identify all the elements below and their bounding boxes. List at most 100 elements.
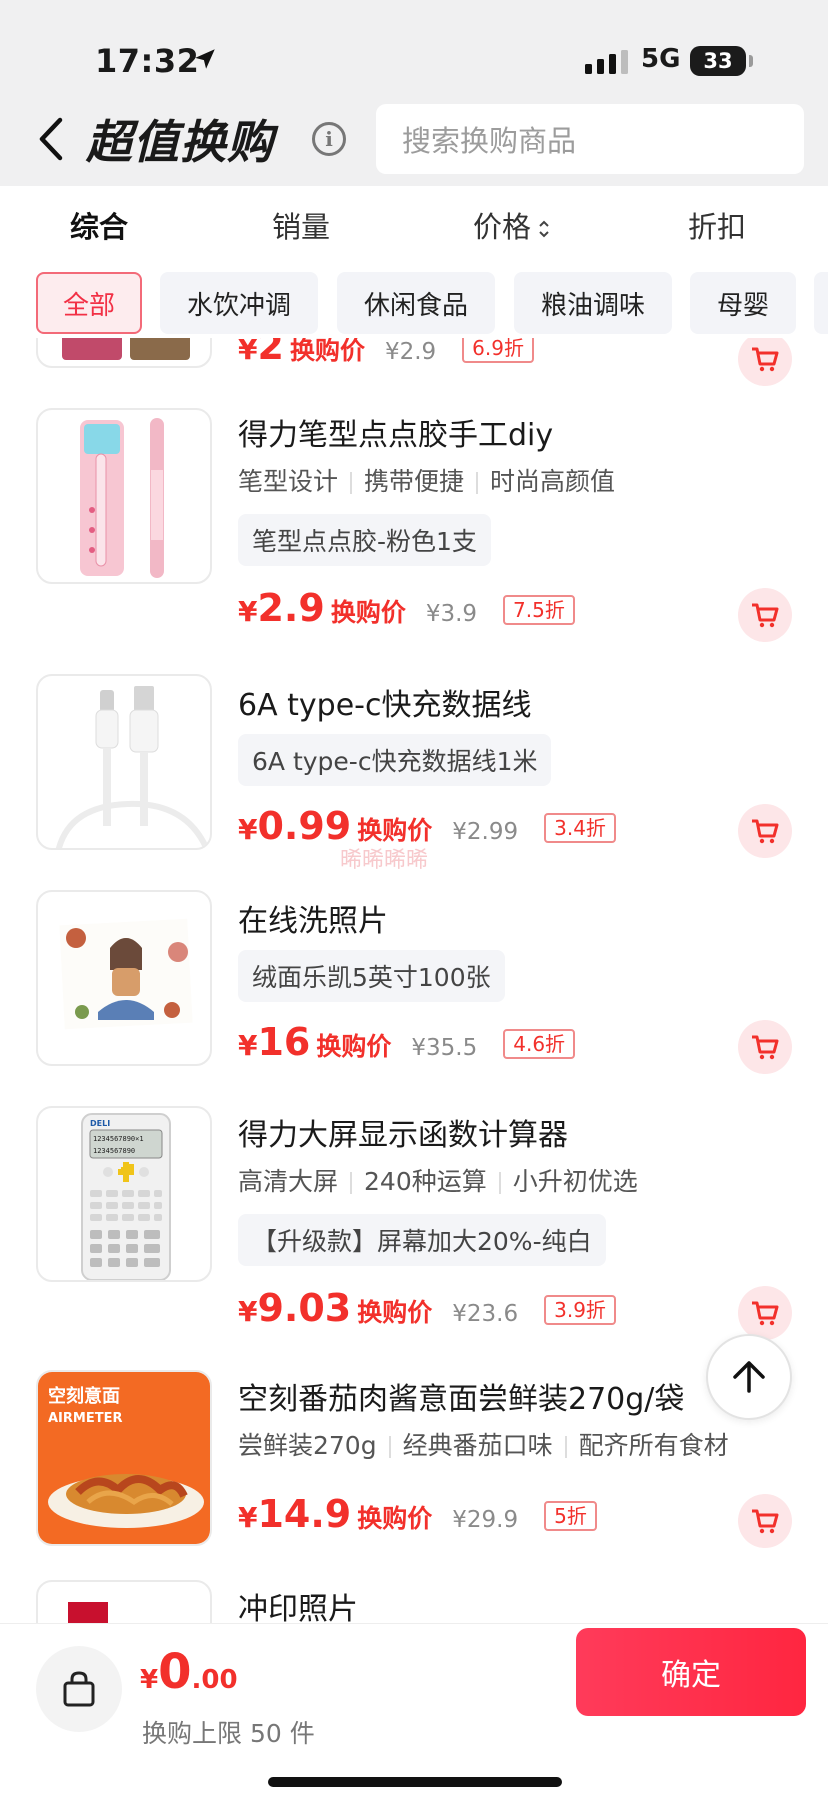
chip-more[interactable]: [814, 272, 828, 334]
product-thumbnail: DELI 1234567890×1 1234567890: [36, 1106, 212, 1282]
calculator-brand: DELI: [90, 1119, 110, 1128]
header-area: 17:32 5G 33 超值换购 i 搜索换购商品: [0, 0, 828, 186]
product-list: ¥2 换购价 ¥2.9 6.9折 得力笔型点点胶手工diy 笔型设计 携带便捷 …: [0, 338, 828, 1623]
cart-icon: [752, 1035, 779, 1060]
product-thumbnail: 空刻意面 AIRMETER: [36, 1370, 212, 1546]
chip-all[interactable]: 全部: [36, 272, 142, 334]
signal-icon: [585, 50, 628, 74]
svg-text:AIRMETER: AIRMETER: [48, 1411, 122, 1426]
search-placeholder: 搜索换购商品: [402, 124, 577, 158]
product-variant[interactable]: 6A type-c快充数据线1米: [238, 734, 552, 786]
add-to-cart-button[interactable]: [738, 1494, 792, 1548]
product-thumbnail: [36, 890, 212, 1066]
usb-cable-image: [56, 686, 210, 848]
back-to-top-button[interactable]: [706, 1334, 792, 1420]
price-line: ¥16 换购价 ¥35.5 4.6折: [238, 1020, 576, 1068]
calculator-image: DELI 1234567890×1 1234567890: [81, 1113, 171, 1280]
tab-comprehensive[interactable]: 综合: [70, 204, 128, 246]
category-chips: 全部 水饮冲调 休闲食品 粮油调味 母婴: [0, 272, 828, 338]
product-tags: 高清大屏 240种运算 小升初优选: [238, 1167, 638, 1196]
status-time: 17:32: [95, 42, 200, 80]
chip-grain-oil[interactable]: 粮油调味: [514, 272, 672, 334]
pasta-brand: 空刻意面: [48, 1385, 120, 1407]
watermark: 晞晞晞晞: [340, 848, 429, 873]
product-thumbnail: [36, 1580, 212, 1623]
discount-badge: 7.5折: [503, 595, 575, 625]
battery-nub: [749, 55, 753, 67]
product-thumbnail: [36, 674, 212, 850]
list-item[interactable]: 6A type-c快充数据线 6A type-c快充数据线1米 ¥0.99 换购…: [0, 674, 828, 874]
shopping-bag-button[interactable]: [36, 1646, 122, 1732]
product-name: 6A type-c快充数据线: [238, 688, 532, 723]
chip-baby[interactable]: 母婴: [690, 272, 796, 334]
chip-snacks[interactable]: 休闲食品: [337, 272, 495, 334]
tab-price[interactable]: 价格: [473, 204, 551, 246]
product-name: 得力笔型点点胶手工diy: [238, 418, 554, 453]
exchange-limit: 换购上限 50 件: [142, 1719, 315, 1748]
price-line: ¥9.03 换购价 ¥23.6 3.9折: [238, 1286, 616, 1334]
product-name: 得力大屏显示函数计算器: [238, 1118, 568, 1153]
product-variant[interactable]: 绒面乐凯5英寸100张: [238, 950, 505, 1002]
tab-discount[interactable]: 折扣: [688, 204, 746, 246]
page-title: 超值换购: [86, 115, 274, 169]
price-value: 2.9: [257, 586, 325, 630]
back-icon[interactable]: [34, 114, 68, 164]
battery-icon: 33: [690, 46, 746, 76]
photo-print-image: [59, 918, 193, 1030]
product-name: 空刻番茄肉酱意面尝鲜装270g/袋: [238, 1382, 685, 1417]
battery-level: 33: [703, 49, 733, 73]
cart-icon: [752, 1509, 779, 1534]
exchange-page: 17:32 5G 33 超值换购 i 搜索换购商品 综合 销量 价格 折扣 全部…: [0, 0, 828, 1800]
tab-price-label: 价格: [473, 210, 532, 244]
price-line: ¥2.9 换购价 ¥3.9 7.5折: [238, 586, 575, 634]
add-to-cart-button[interactable]: [738, 588, 792, 642]
cart-icon: [752, 819, 779, 844]
chip-drinks[interactable]: 水饮冲调: [160, 272, 318, 334]
product-name: 冲印照片: [238, 1592, 358, 1623]
arrow-up-icon: [733, 1361, 765, 1393]
sort-caret-icon: [539, 220, 549, 238]
pasta-package-image: 空刻意面 AIRMETER: [38, 1372, 210, 1544]
add-to-cart-button[interactable]: [738, 804, 792, 858]
status-bar: 17:32 5G 33: [0, 40, 828, 84]
product-variant[interactable]: 【升级款】屏幕加大20%-纯白: [238, 1214, 606, 1266]
tab-sales[interactable]: 销量: [272, 204, 330, 246]
price-value: 14.9: [257, 1492, 352, 1536]
discount-badge: 5折: [544, 1501, 597, 1531]
add-to-cart-button[interactable]: [738, 338, 792, 386]
discount-badge: 3.4折: [544, 813, 616, 843]
price-value: 9.03: [257, 1286, 352, 1330]
product-variant[interactable]: 笔型点点胶-粉色1支: [238, 514, 491, 566]
location-arrow-icon: [195, 49, 215, 69]
add-to-cart-button[interactable]: [738, 1020, 792, 1074]
product-name: 在线洗照片: [238, 904, 388, 939]
product-tags: 笔型设计 携带便捷 时尚高颜值: [238, 467, 616, 496]
discount-badge: 3.9折: [544, 1295, 616, 1325]
list-item[interactable]: 得力笔型点点胶手工diy 笔型设计 携带便捷 时尚高颜值 笔型点点胶-粉色1支 ¥2…: [0, 408, 828, 642]
sort-tabs: 综合 销量 价格 折扣: [0, 186, 828, 258]
discount-badge: 4.6折: [503, 1029, 576, 1059]
cart-icon: [752, 603, 779, 628]
price-line: ¥14.9 换购价 ¥29.9 5折: [238, 1492, 597, 1540]
svg-text:1234567890×1: 1234567890×1: [93, 1135, 144, 1143]
product-thumbnail: [36, 338, 212, 368]
list-item[interactable]: DELI 1234567890×1 1234567890 得力大屏显示函数计算器…: [0, 1106, 828, 1346]
product-thumbnail: [36, 408, 212, 584]
glue-pen-image: [80, 418, 164, 578]
list-item[interactable]: 在线洗照片 绒面乐凯5英寸100张 ¥16 换购价 ¥35.5 4.6折: [0, 890, 828, 1090]
list-item[interactable]: 空刻意面 AIRMETER 空刻番茄肉酱意面尝鲜装270g/袋 尝鲜装270g 经…: [0, 1370, 828, 1570]
list-item[interactable]: 冲印照片: [0, 1580, 828, 1623]
confirm-button[interactable]: 确定: [576, 1628, 806, 1716]
info-icon[interactable]: i: [312, 122, 346, 156]
price-line: ¥2 换购价 ¥2.9 6.9折: [238, 338, 534, 372]
price-value: 16: [257, 1020, 311, 1064]
price-value: 2: [257, 338, 284, 368]
home-indicator[interactable]: [268, 1777, 562, 1787]
list-item[interactable]: ¥2 换购价 ¥2.9 6.9折: [0, 338, 828, 386]
product-tags: 尝鲜装270g 经典番茄口味 配齐所有食材: [238, 1431, 729, 1460]
price-value: 0.99: [257, 804, 352, 848]
svg-text:1234567890: 1234567890: [93, 1147, 135, 1155]
network-type: 5G: [641, 44, 681, 74]
add-to-cart-button[interactable]: [738, 1286, 792, 1340]
search-input[interactable]: 搜索换购商品: [376, 104, 804, 174]
